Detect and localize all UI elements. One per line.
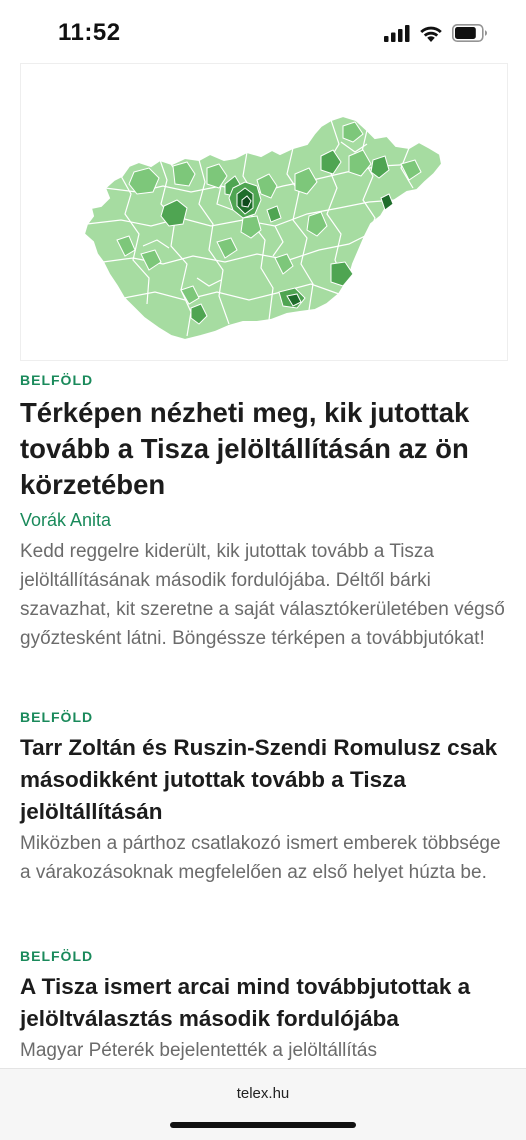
article-lead: Kedd reggelre kiderült, kik jutottak tov…: [20, 541, 505, 649]
battery-icon: [452, 24, 487, 42]
article-category[interactable]: BELFÖLD: [20, 948, 506, 964]
battery-level: [455, 27, 476, 39]
article-headline[interactable]: Tarr Zoltán és Ruszin-Szendi Romulusz cs…: [20, 732, 506, 828]
status-time: 11:52: [58, 19, 121, 46]
cellular-signal-icon: [384, 24, 410, 42]
article-card[interactable]: BELFÖLD Tarr Zoltán és Ruszin-Szendi Rom…: [20, 709, 506, 887]
article-card[interactable]: BELFÖLD Térképen nézheti meg, kik jutott…: [20, 372, 506, 653]
home-indicator[interactable]: [170, 1122, 356, 1128]
status-bar: 11:52: [0, 0, 526, 62]
article-lead: Magyar Péterék bejelentették a jelöltáll…: [20, 1040, 377, 1061]
article-headline[interactable]: Térképen nézheti meg, kik jutottak továb…: [20, 395, 506, 503]
wifi-icon: [420, 26, 442, 42]
hungary-map[interactable]: [21, 64, 507, 360]
constituency-map[interactable]: [20, 63, 508, 361]
article-category[interactable]: BELFÖLD: [20, 372, 506, 388]
status-icons: [384, 24, 488, 42]
article-headline[interactable]: A Tisza ismert arcai mind továbbjutottak…: [20, 971, 506, 1035]
map-outline: [82, 114, 444, 342]
article-author[interactable]: Vorák Anita: [20, 507, 506, 533]
address-bar-url[interactable]: telex.hu: [0, 1085, 526, 1102]
browser-bottom-bar: telex.hu: [0, 1068, 526, 1140]
article-lead: Miközben a párthoz csatlakozó ismert emb…: [20, 833, 501, 883]
article-category[interactable]: BELFÖLD: [20, 709, 506, 725]
article-card[interactable]: BELFÖLD A Tisza ismert arcai mind tovább…: [20, 948, 506, 1065]
